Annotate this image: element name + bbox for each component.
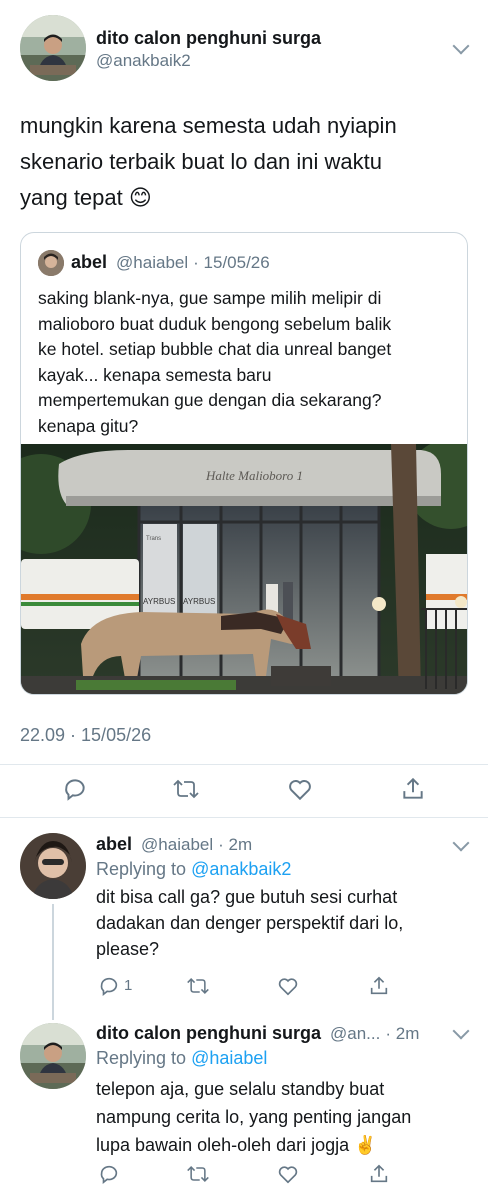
quoted-text-line: saking blank-nya, gue sampe milih melipi…	[38, 288, 382, 308]
quoted-text-line: malioboro buat duduk bengong sebelum bal…	[38, 313, 392, 334]
thread-line	[52, 904, 54, 1020]
heart-icon[interactable]	[277, 975, 299, 997]
reply-author-handle[interactable]: @haiabel	[141, 835, 213, 854]
bus-stop-sign: Halte Malioboro 1	[205, 468, 303, 483]
reply-text: telepon aja, gue selalu standby buat nam…	[96, 1075, 411, 1159]
replying-to: Replying to @anakbaik2	[96, 859, 291, 880]
avatar-photo	[20, 833, 86, 899]
quoted-text-line: mempertemukan gue dengan dia sekarang?	[38, 390, 382, 410]
retweet-icon[interactable]	[186, 1163, 210, 1185]
quoted-text-line: kenapa gitu?	[38, 415, 139, 436]
reply-text-line: dadakan dan denger perspektif dari lo,	[96, 913, 404, 933]
avatar[interactable]	[20, 15, 86, 81]
author-handle[interactable]: @anakbaik2	[96, 51, 191, 71]
avatar[interactable]	[20, 833, 86, 899]
reply-text-line: dit bisa call ga? gue butuh sesi curhat	[96, 887, 398, 907]
share-icon[interactable]	[368, 975, 390, 997]
quoted-author-handle[interactable]: @haiabel	[116, 253, 188, 272]
share-icon[interactable]	[368, 1163, 390, 1185]
replying-to-handle[interactable]: @haiabel	[191, 1048, 267, 1068]
avatar-photo	[20, 1023, 86, 1089]
quoted-text: saking blank-nya, gue sampe milih melipi…	[38, 286, 463, 439]
reply-text-line: telepon aja, gue selalu standby buat	[96, 1079, 385, 1099]
chevron-down-icon[interactable]	[452, 834, 470, 852]
reply-header: dito calon penghuni surga @an... · 2m	[96, 1023, 419, 1044]
tweet-text-line: yang tepat 😊	[20, 185, 152, 210]
reply-icon[interactable]	[98, 975, 120, 997]
replying-to-handle[interactable]: @anakbaik2	[191, 859, 291, 879]
retweet-icon[interactable]	[186, 975, 210, 997]
reply-time: · 2m	[218, 835, 253, 854]
reply-author-name[interactable]: dito calon penghuni surga	[96, 1023, 321, 1043]
quoted-date: · 15/05/26	[193, 253, 270, 272]
reply-icon[interactable]	[98, 1163, 120, 1185]
tweet-text-line: skenario terbaik buat lo dan ini waktu	[20, 149, 382, 174]
reply-time: · 2m	[385, 1024, 420, 1043]
tweet-text-line: mungkin karena semesta udah nyiapin	[20, 113, 397, 138]
chevron-down-icon[interactable]	[452, 1022, 470, 1040]
tweet-text: mungkin karena semesta udah nyiapin sken…	[20, 108, 397, 216]
poster-text: Trans	[146, 536, 161, 542]
replying-to-label: Replying to	[96, 1048, 187, 1068]
reply-icon[interactable]	[62, 776, 88, 802]
replying-to-label: Replying to	[96, 859, 187, 879]
avatar[interactable]	[20, 1023, 86, 1089]
divider	[0, 764, 488, 765]
poster-text: AYRBUS	[143, 597, 175, 606]
divider	[0, 817, 488, 818]
reply-text-line: lupa bawain oleh-oleh dari jogja ✌️	[96, 1135, 377, 1155]
reply-count: 1	[124, 977, 133, 994]
reply-header: abel @haiabel · 2m	[96, 834, 252, 855]
poster-text: AYRBUS	[183, 597, 215, 606]
replying-to: Replying to @haiabel	[96, 1048, 267, 1069]
quoted-text-line: ke hotel. setiap bubble chat dia unreal …	[38, 339, 392, 359]
tweet-timestamp[interactable]: 22.09 · 15/05/26	[20, 725, 151, 746]
reply-text-line: please?	[96, 939, 160, 959]
quoted-photo[interactable]: Halte Malioboro 1 Trans AYRBUS AYRBUS	[21, 439, 467, 694]
reply-author-name[interactable]: abel	[96, 834, 132, 854]
heart-icon[interactable]	[277, 1163, 299, 1185]
heart-icon[interactable]	[287, 776, 313, 802]
quoted-text-line: kayak... kenapa semesta baru	[38, 364, 272, 385]
quoted-tweet-card[interactable]: abel @haiabel · 15/05/26 saking blank-ny…	[20, 232, 468, 695]
bus-stop-photo: Halte Malioboro 1 Trans AYRBUS AYRBUS	[21, 439, 467, 694]
quoted-author-name[interactable]: abel	[71, 252, 107, 272]
retweet-icon[interactable]	[172, 776, 200, 802]
reply-text: dit bisa call ga? gue butuh sesi curhat …	[96, 884, 403, 962]
reply-text-line: nampung cerita lo, yang penting jangan	[96, 1107, 412, 1127]
avatar-photo	[20, 15, 86, 81]
author-name[interactable]: dito calon penghuni surga	[96, 28, 321, 49]
avatar	[38, 250, 64, 276]
quoted-header: abel @haiabel · 15/05/26	[71, 252, 270, 273]
share-icon[interactable]	[400, 776, 426, 802]
reply-author-handle[interactable]: @an...	[330, 1024, 380, 1043]
chevron-down-icon[interactable]	[452, 37, 470, 55]
